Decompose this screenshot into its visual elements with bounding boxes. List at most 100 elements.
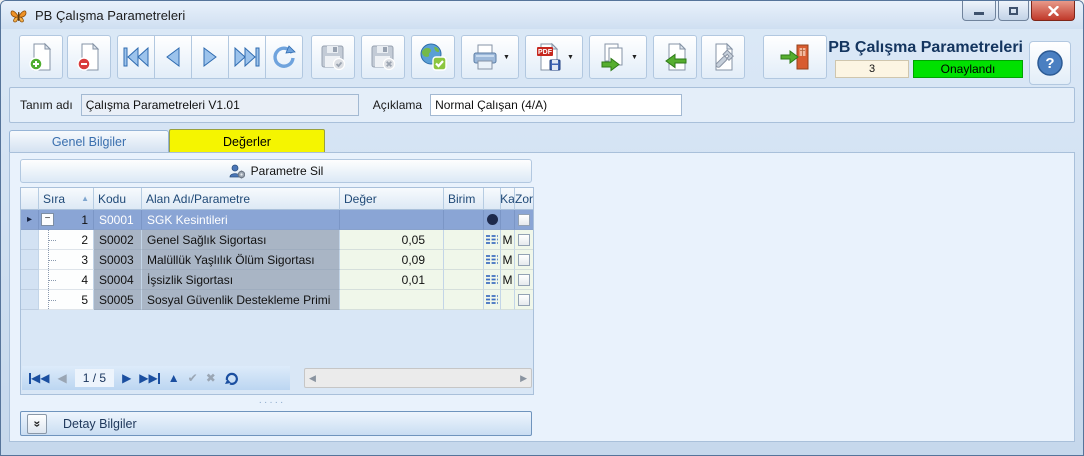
horizontal-scrollbar[interactable]: ◀ ▶: [304, 368, 532, 388]
tree-connector: [48, 250, 63, 269]
tab-degerler[interactable]: Değerler: [169, 129, 325, 153]
header-kodu[interactable]: Kodu: [94, 188, 142, 210]
previous-record-icon: [162, 45, 184, 69]
nav-insert-button[interactable]: ▲: [168, 372, 180, 384]
cell-deger: [340, 290, 444, 310]
nav-confirm-button[interactable]: ✔: [188, 372, 198, 384]
cell-deger: 0,01: [340, 270, 444, 290]
cell-alan: Genel Sağlık Sigortası: [142, 230, 340, 250]
help-button[interactable]: ?: [1029, 41, 1071, 85]
titlebar[interactable]: PB Çalışma Parametreleri: [1, 1, 1083, 29]
tanim-adi-field[interactable]: [81, 94, 359, 116]
next-record-button[interactable]: [191, 35, 229, 79]
minimize-icon: [974, 12, 984, 15]
cell-row-icon: [484, 270, 501, 290]
tab-content-panel: Parametre Sil Sıra ▲ Kodu Alan Adı/Param…: [9, 152, 1075, 442]
header-zor[interactable]: Zor: [515, 188, 533, 210]
header-birim[interactable]: Birim: [444, 188, 484, 210]
save-button[interactable]: [311, 35, 355, 79]
close-button[interactable]: [1031, 1, 1075, 21]
collapse-row-icon[interactable]: −: [41, 213, 54, 226]
svg-text:PDF: PDF: [538, 49, 553, 56]
pdf-export-button[interactable]: PDF ▼: [525, 35, 583, 79]
print-dropdown-caret[interactable]: ▼: [503, 54, 510, 61]
copy-dropdown-caret[interactable]: ▼: [631, 54, 638, 61]
nav-cancel-button[interactable]: ✖: [206, 372, 216, 384]
sira-value: 4: [63, 273, 93, 287]
cell-alan: İşsizlik Sigortası: [142, 270, 340, 290]
copy-transfer-icon: [598, 42, 628, 72]
copy-transfer-button[interactable]: ▼: [589, 35, 647, 79]
header-deger[interactable]: Değer: [340, 188, 444, 210]
cell-zor: [515, 210, 533, 230]
header-detail-icon-col[interactable]: [484, 188, 501, 210]
cell-deger: 0,05: [340, 230, 444, 250]
deger-value: 0,05: [340, 233, 443, 247]
header-alan-adi[interactable]: Alan Adı/Parametre: [142, 188, 340, 210]
collapse-detail-button[interactable]: »: [27, 414, 47, 434]
table-row[interactable]: 2 S0002 Genel Sağlık Sigortası 0,05 M: [21, 230, 533, 250]
first-record-button[interactable]: [117, 35, 155, 79]
last-record-button[interactable]: [228, 35, 266, 79]
header-sira[interactable]: Sıra ▲: [39, 188, 94, 210]
cell-ka: M: [501, 230, 515, 250]
cell-row-icon: [484, 230, 501, 250]
sira-value: 2: [63, 233, 93, 247]
save-cancel-icon: [368, 42, 398, 72]
pdf-dropdown-caret[interactable]: ▼: [567, 54, 574, 61]
cell-sira: 2: [39, 230, 94, 250]
publish-button[interactable]: [411, 35, 455, 79]
header-ka[interactable]: Ka: [501, 188, 515, 210]
save-cancel-button[interactable]: [361, 35, 405, 79]
zorunlu-checkbox[interactable]: [518, 274, 530, 286]
new-record-button[interactable]: [19, 35, 63, 79]
help-icon: ?: [1036, 49, 1064, 77]
detail-panel-bar[interactable]: » Detay Bilgiler: [20, 411, 532, 436]
header-indicator: [21, 188, 39, 210]
minimize-button[interactable]: [962, 1, 996, 21]
sira-value: 1: [54, 213, 93, 227]
tree-connector: [48, 230, 63, 249]
table-row[interactable]: 5 S0005 Sosyal Güvenlik Destekleme Primi: [21, 290, 533, 310]
row-indicator: [21, 270, 39, 290]
nav-refresh-button[interactable]: [224, 371, 239, 385]
nav-last-button[interactable]: ▶▶: [139, 372, 159, 384]
grid-header-row: Sıra ▲ Kodu Alan Adı/Parametre Değer Bir…: [21, 188, 533, 210]
zorunlu-checkbox[interactable]: [518, 234, 530, 246]
zorunlu-checkbox[interactable]: [518, 214, 530, 226]
revert-button[interactable]: [653, 35, 697, 79]
cell-kodu: S0005: [94, 290, 142, 310]
zorunlu-checkbox[interactable]: [518, 294, 530, 306]
nav-previous-button[interactable]: ◀: [57, 372, 66, 384]
parametre-sil-button[interactable]: Parametre Sil: [20, 159, 532, 183]
exit-button[interactable]: [763, 35, 827, 79]
zorunlu-checkbox[interactable]: [518, 254, 530, 266]
table-row[interactable]: 3 S0003 Malüllük Yaşlılık Ölüm Sigortası…: [21, 250, 533, 270]
table-row[interactable]: 4 S0004 İşsizlik Sigortası 0,01 M: [21, 270, 533, 290]
deger-value: 0,09: [340, 253, 443, 267]
print-button[interactable]: ▼: [461, 35, 519, 79]
table-row[interactable]: ▸ − 1 S0001 SGK Kesintileri: [21, 210, 533, 230]
parameter-delete-icon: [229, 164, 245, 179]
scroll-right-icon[interactable]: ▶: [520, 373, 527, 384]
previous-record-button[interactable]: [154, 35, 192, 79]
cell-ka: M: [501, 250, 515, 270]
cell-ka: M: [501, 270, 515, 290]
refresh-button[interactable]: [265, 35, 303, 79]
refresh-icon: [271, 44, 297, 70]
row-indicator: [21, 250, 39, 270]
scroll-left-icon[interactable]: ◀: [309, 373, 316, 384]
nav-next-button[interactable]: ▶: [122, 372, 131, 384]
save-icon: [318, 42, 348, 72]
nav-first-button[interactable]: ◀◀: [29, 372, 49, 384]
splitter-handle[interactable]: ·····: [10, 397, 534, 408]
tanim-adi-label: Tanım adı: [20, 98, 73, 112]
form-panel: Tanım adı Açıklama: [9, 87, 1075, 123]
tab-genel-bilgiler[interactable]: Genel Bilgiler: [9, 130, 169, 153]
delete-record-button[interactable]: [67, 35, 111, 79]
record-navigator: ◀◀ ◀ 1 / 5 ▶ ▶▶ ▲ ✔ ✖: [22, 366, 290, 390]
maximize-button[interactable]: [998, 1, 1029, 21]
aciklama-field[interactable]: [430, 94, 682, 116]
chevron-double-down-icon: »: [31, 420, 43, 427]
settings-button[interactable]: [701, 35, 745, 79]
